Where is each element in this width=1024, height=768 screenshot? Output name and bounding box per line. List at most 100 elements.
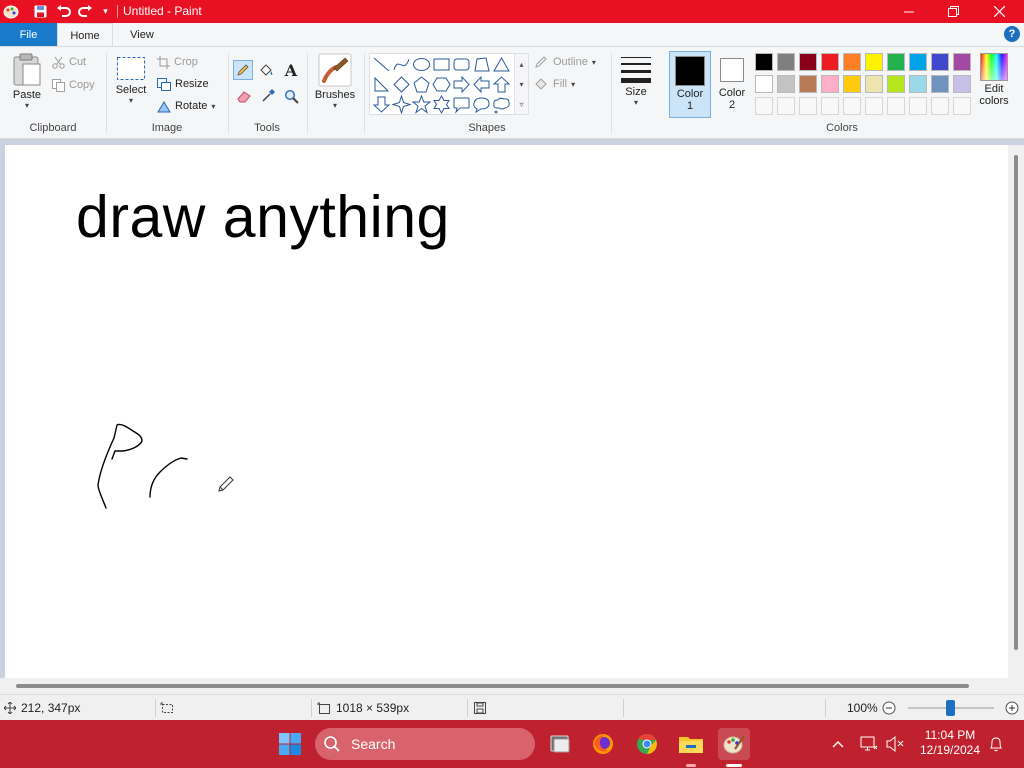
- custom-color-swatch[interactable]: [777, 97, 795, 115]
- chrome-icon[interactable]: [631, 728, 663, 760]
- tab-view[interactable]: View: [114, 23, 170, 46]
- paste-button[interactable]: Paste ▾: [7, 53, 47, 110]
- rectangle-shape-icon[interactable]: [432, 55, 451, 74]
- windows-start-icon[interactable]: [274, 728, 306, 760]
- cloud-callout-shape-icon[interactable]: [492, 95, 511, 114]
- color-swatch[interactable]: [887, 53, 905, 71]
- edit-colors-button[interactable]: Edit colors: [975, 53, 1013, 107]
- color-swatch[interactable]: [887, 75, 905, 93]
- pencil-icon[interactable]: [233, 60, 253, 80]
- custom-color-swatch[interactable]: [843, 97, 861, 115]
- expand-gallery-icon[interactable]: ▿: [519, 100, 523, 109]
- oval-shape-icon[interactable]: [412, 55, 431, 74]
- customize-dropdown-icon[interactable]: ▾: [97, 3, 114, 20]
- zoom-out-button[interactable]: [882, 695, 896, 721]
- drawing-canvas[interactable]: draw anything: [5, 145, 1008, 678]
- eraser-icon[interactable]: [234, 86, 254, 106]
- color-swatch[interactable]: [755, 53, 773, 71]
- color-swatch[interactable]: [865, 53, 883, 71]
- system-clock[interactable]: 11:04 PM 12/19/2024: [912, 728, 988, 758]
- color-swatch[interactable]: [843, 75, 861, 93]
- save-icon[interactable]: [32, 3, 49, 20]
- color-swatch[interactable]: [931, 53, 949, 71]
- custom-color-swatch[interactable]: [931, 97, 949, 115]
- task-view-icon[interactable]: [544, 728, 576, 760]
- color-swatch[interactable]: [843, 53, 861, 71]
- custom-color-swatch[interactable]: [887, 97, 905, 115]
- maximize-button[interactable]: [930, 0, 976, 23]
- close-button[interactable]: [976, 0, 1022, 23]
- hexagon-shape-icon[interactable]: [432, 75, 451, 94]
- paint-taskbar-icon[interactable]: [718, 728, 750, 760]
- vertical-scrollbar-thumb[interactable]: [1014, 155, 1018, 650]
- custom-color-swatch[interactable]: [799, 97, 817, 115]
- diamond-shape-icon[interactable]: [392, 75, 411, 94]
- tab-home[interactable]: Home: [57, 23, 113, 47]
- taskbar-search[interactable]: Search: [315, 728, 535, 760]
- rounded-rectangle-shape-icon[interactable]: [452, 55, 471, 74]
- custom-color-swatch[interactable]: [909, 97, 927, 115]
- notifications-icon[interactable]: [986, 720, 1006, 768]
- crop-button[interactable]: Crop: [157, 53, 198, 71]
- color-swatch[interactable]: [777, 53, 795, 71]
- oval-callout-shape-icon[interactable]: [472, 95, 491, 114]
- scroll-down-icon[interactable]: ▾: [519, 80, 523, 89]
- up-arrow-shape-icon[interactable]: [492, 75, 511, 94]
- fill-bucket-icon[interactable]: [257, 60, 277, 80]
- left-arrow-shape-icon[interactable]: [472, 75, 491, 94]
- paint-app-icon[interactable]: [2, 3, 19, 20]
- polygon-shape-icon[interactable]: [472, 55, 491, 74]
- cut-button[interactable]: Cut: [52, 53, 86, 71]
- rotate-button[interactable]: Rotate ▾: [157, 97, 215, 115]
- shapes-scroll[interactable]: ▴ ▾ ▿: [514, 54, 528, 114]
- redo-icon[interactable]: [77, 3, 94, 20]
- file-explorer-icon[interactable]: [675, 728, 707, 760]
- color-picker-icon[interactable]: [258, 86, 278, 106]
- zoom-in-button[interactable]: [1005, 695, 1019, 721]
- color-swatch[interactable]: [865, 75, 883, 93]
- brushes-button[interactable]: Brushes ▾: [313, 53, 357, 110]
- custom-color-swatch[interactable]: [755, 97, 773, 115]
- minimize-button[interactable]: [886, 0, 932, 23]
- color2-button[interactable]: Color 2: [713, 51, 751, 118]
- select-button[interactable]: Select ▾: [113, 56, 149, 105]
- outline-button[interactable]: Outline ▾: [534, 53, 596, 71]
- volume-muted-icon[interactable]: [884, 720, 906, 768]
- right-triangle-shape-icon[interactable]: [372, 75, 391, 94]
- four-point-star-shape-icon[interactable]: [392, 95, 411, 114]
- custom-color-swatch[interactable]: [821, 97, 839, 115]
- rounded-callout-shape-icon[interactable]: [452, 95, 471, 114]
- network-icon[interactable]: [858, 720, 880, 768]
- firefox-icon[interactable]: [587, 728, 619, 760]
- color-swatch[interactable]: [909, 75, 927, 93]
- fill-button[interactable]: Fill ▾: [534, 75, 575, 93]
- curve-shape-icon[interactable]: [392, 55, 411, 74]
- custom-color-swatch[interactable]: [953, 97, 971, 115]
- color-swatch[interactable]: [931, 75, 949, 93]
- undo-icon[interactable]: [55, 3, 72, 20]
- line-shape-icon[interactable]: [372, 55, 391, 74]
- color-swatch[interactable]: [799, 75, 817, 93]
- resize-button[interactable]: Resize: [157, 75, 209, 93]
- color-swatch[interactable]: [821, 53, 839, 71]
- help-icon[interactable]: ?: [1004, 26, 1020, 42]
- color1-button[interactable]: Color 1: [669, 51, 711, 118]
- text-icon[interactable]: A: [281, 60, 301, 80]
- color-swatch[interactable]: [909, 53, 927, 71]
- color-swatch[interactable]: [953, 53, 971, 71]
- five-point-star-shape-icon[interactable]: [412, 95, 431, 114]
- tab-file[interactable]: File: [0, 23, 57, 46]
- pentagon-shape-icon[interactable]: [412, 75, 431, 94]
- color-swatch[interactable]: [953, 75, 971, 93]
- size-button[interactable]: Size ▾: [617, 54, 655, 107]
- scroll-up-icon[interactable]: ▴: [519, 60, 523, 69]
- color-swatch[interactable]: [755, 75, 773, 93]
- magnifier-icon[interactable]: [281, 86, 301, 106]
- custom-color-swatch[interactable]: [865, 97, 883, 115]
- right-arrow-shape-icon[interactable]: [452, 75, 471, 94]
- color-swatch[interactable]: [777, 75, 795, 93]
- copy-button[interactable]: Copy: [52, 76, 95, 94]
- show-hidden-icons[interactable]: [828, 720, 848, 768]
- down-arrow-shape-icon[interactable]: [372, 95, 391, 114]
- zoom-slider-thumb[interactable]: [946, 700, 955, 716]
